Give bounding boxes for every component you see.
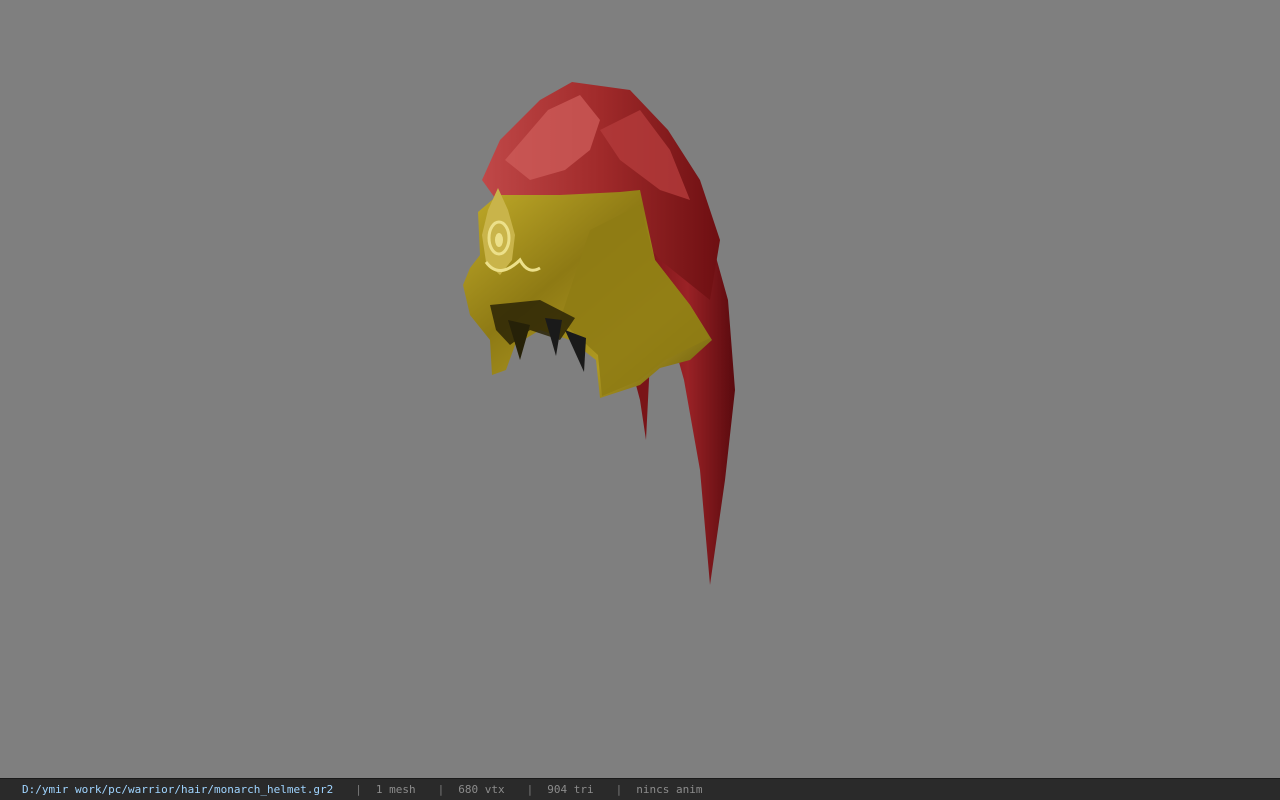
model-viewport[interactable]	[0, 0, 1280, 778]
vertex-count: 680 vtx	[458, 783, 505, 796]
status-bar: D:/ymir work/pc/warrior/hair/monarch_hel…	[0, 778, 1280, 800]
triangle-count: 904 tri	[547, 783, 594, 796]
separator: |	[355, 783, 362, 796]
helmet-model	[463, 82, 735, 585]
mesh-count: 1 mesh	[375, 783, 416, 796]
separator: |	[437, 783, 445, 796]
file-path: D:/ymir work/pc/warrior/hair/monarch_hel…	[22, 783, 334, 796]
separator: |	[615, 783, 623, 796]
animation-status: nincs anim	[636, 783, 703, 796]
separator: |	[526, 783, 534, 796]
